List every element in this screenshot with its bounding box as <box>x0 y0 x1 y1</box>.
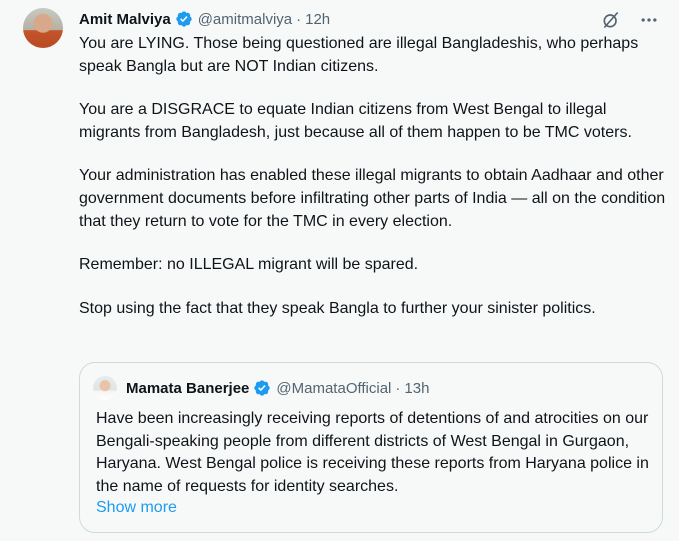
tweet-paragraph: Your administration has enabled these il… <box>79 167 666 230</box>
verified-badge-icon <box>176 11 192 27</box>
separator-dot: · <box>296 10 302 28</box>
quoted-timestamp[interactable]: 13h <box>404 380 429 397</box>
quoted-header: Mamata Banerjee @MamataOfficial · 13h <box>126 379 429 397</box>
more-icon[interactable] <box>639 10 659 30</box>
quoted-author-name[interactable]: Mamata Banerjee <box>126 380 249 397</box>
tweet-timestamp[interactable]: 12h <box>305 11 330 28</box>
tweet-text: You are LYING. Those being questioned ar… <box>79 33 669 341</box>
quoted-text: Have been increasingly receiving reports… <box>96 410 649 495</box>
tweet-paragraph: Remember: no ILLEGAL migrant will be spa… <box>79 256 419 274</box>
separator-dot: · <box>395 379 401 397</box>
grok-icon[interactable] <box>601 10 621 30</box>
avatar[interactable] <box>23 8 63 48</box>
quoted-author-handle[interactable]: @MamataOfficial <box>276 380 391 397</box>
tweet-header: Amit Malviya @amitmalviya · 12h <box>79 9 659 29</box>
tweet-paragraph: You are LYING. Those being questioned ar… <box>79 35 639 75</box>
tweet-actions <box>601 10 659 30</box>
author-handle[interactable]: @amitmalviya <box>198 11 292 28</box>
show-more-link[interactable]: Show more <box>96 499 177 517</box>
verified-badge-icon <box>254 380 271 396</box>
quoted-tweet[interactable]: Mamata Banerjee @MamataOfficial · 13h Ha… <box>79 362 663 533</box>
author-name[interactable]: Amit Malviya <box>79 11 171 28</box>
tweet[interactable]: Amit Malviya @amitmalviya · 12h You are … <box>4 0 679 541</box>
tweet-paragraph: Stop using the fact that they speak Bang… <box>79 299 596 317</box>
tweet-paragraph: You are a DISGRACE to equate Indian citi… <box>79 101 632 141</box>
quoted-avatar[interactable] <box>93 376 117 400</box>
